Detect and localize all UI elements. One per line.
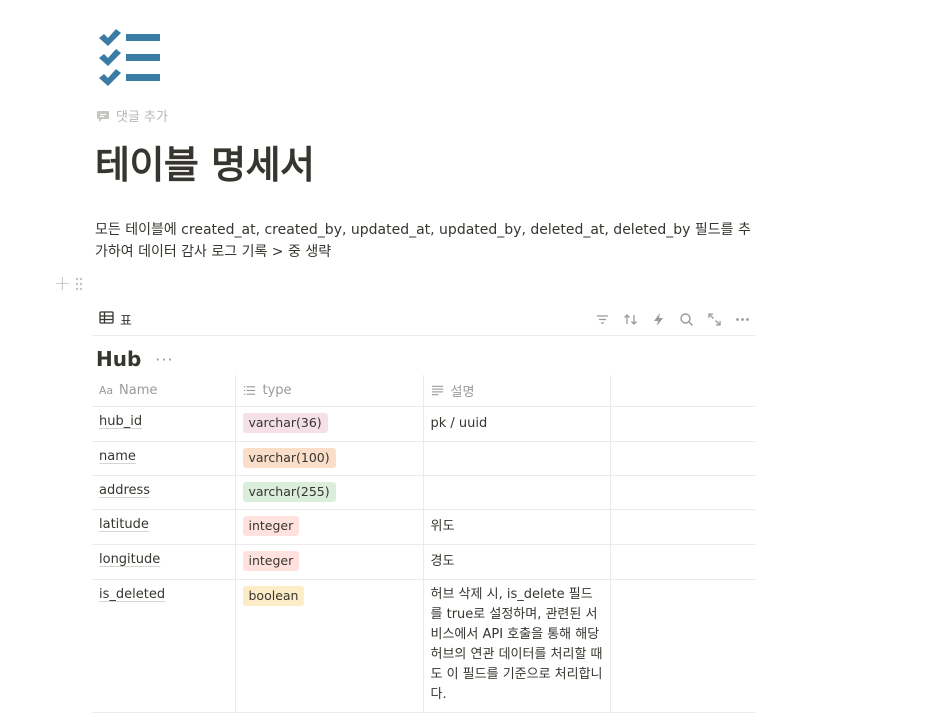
sort-icon[interactable] xyxy=(621,310,639,328)
column-header-name[interactable]: Aa Name xyxy=(92,375,235,407)
search-icon[interactable] xyxy=(677,310,695,328)
list-icon xyxy=(243,383,257,397)
table-row[interactable]: is_deleted boolean 허브 삭제 시, is_delete 필드… xyxy=(92,579,755,713)
table-row[interactable]: hub_id varchar(36) pk / uuid xyxy=(92,406,755,442)
comment-icon xyxy=(96,109,110,123)
filter-icon[interactable] xyxy=(593,310,611,328)
view-tab-label: 표 xyxy=(120,313,132,329)
type-tag[interactable]: boolean xyxy=(242,585,305,606)
type-tag[interactable]: varchar(255) xyxy=(242,481,336,502)
type-tag[interactable]: varchar(100) xyxy=(242,447,336,468)
type-tag[interactable]: integer xyxy=(242,550,300,571)
table-header-row: Aa Name type 설명 xyxy=(92,375,755,407)
add-comment-label: 댓글 추가 xyxy=(116,110,168,125)
checklist-icon[interactable] xyxy=(96,28,162,86)
database-view-bar: 표 xyxy=(92,303,755,336)
expand-icon[interactable] xyxy=(705,310,723,328)
view-tools xyxy=(593,310,755,328)
database-title-text[interactable]: Hub xyxy=(96,347,141,371)
row-name[interactable]: hub_id xyxy=(99,414,142,429)
row-name[interactable]: address xyxy=(99,483,150,498)
row-name[interactable]: name xyxy=(99,449,136,464)
row-empty-cell[interactable] xyxy=(609,509,755,545)
row-description[interactable]: pk / uuid xyxy=(422,406,610,442)
table-row[interactable]: address varchar(255) xyxy=(92,475,755,510)
row-name[interactable]: latitude xyxy=(99,517,149,532)
type-tag[interactable]: varchar(36) xyxy=(242,412,328,433)
column-header-label: 설명 xyxy=(450,384,475,400)
database-table: Aa Name type 설명 hub_id varchar(36) pk / … xyxy=(92,375,755,713)
column-header-label: Name xyxy=(119,382,158,398)
row-empty-cell[interactable] xyxy=(609,406,755,442)
row-description[interactable] xyxy=(422,475,610,510)
row-empty-cell[interactable] xyxy=(609,475,755,510)
drag-handle-icon[interactable] xyxy=(75,276,83,291)
notion-page: 댓글 추가 테이블 명세서 모든 테이블에 created_at, create… xyxy=(0,0,928,720)
page-description[interactable]: 모든 테이블에 created_at, created_by, updated_… xyxy=(95,219,755,263)
column-header-label: type xyxy=(262,382,292,398)
row-description[interactable] xyxy=(422,441,610,476)
column-header-empty[interactable] xyxy=(609,375,755,407)
view-tab-table[interactable]: 표 xyxy=(92,310,132,329)
table-icon xyxy=(99,310,114,328)
column-header-description[interactable]: 설명 xyxy=(422,375,610,407)
add-block-icon[interactable]: + xyxy=(54,273,71,293)
type-tag[interactable]: integer xyxy=(242,515,300,536)
table-row[interactable]: longitude integer 경도 xyxy=(92,544,755,580)
title-property-icon: Aa xyxy=(98,383,114,397)
row-description[interactable]: 허브 삭제 시, is_delete 필드를 true로 설정하며, 관련된 서… xyxy=(422,579,610,713)
row-description[interactable]: 위도 xyxy=(422,509,610,545)
column-header-type[interactable]: type xyxy=(234,375,423,407)
text-icon xyxy=(431,383,445,397)
page-title[interactable]: 테이블 명세서 xyxy=(95,134,315,189)
database-title: Hub ··· xyxy=(96,347,174,371)
row-name[interactable]: is_deleted xyxy=(99,587,165,602)
row-description[interactable]: 경도 xyxy=(422,544,610,580)
table-row[interactable]: name varchar(100) xyxy=(92,441,755,476)
table-row[interactable]: latitude integer 위도 xyxy=(92,509,755,545)
database-more-button[interactable]: ··· xyxy=(155,350,173,369)
row-name[interactable]: longitude xyxy=(99,552,160,567)
add-comment-button[interactable]: 댓글 추가 xyxy=(96,106,168,125)
block-handle[interactable]: + xyxy=(54,273,83,293)
row-empty-cell[interactable] xyxy=(609,441,755,476)
lightning-icon[interactable] xyxy=(649,310,667,328)
row-empty-cell[interactable] xyxy=(609,579,755,713)
row-empty-cell[interactable] xyxy=(609,544,755,580)
more-icon[interactable] xyxy=(733,310,751,328)
